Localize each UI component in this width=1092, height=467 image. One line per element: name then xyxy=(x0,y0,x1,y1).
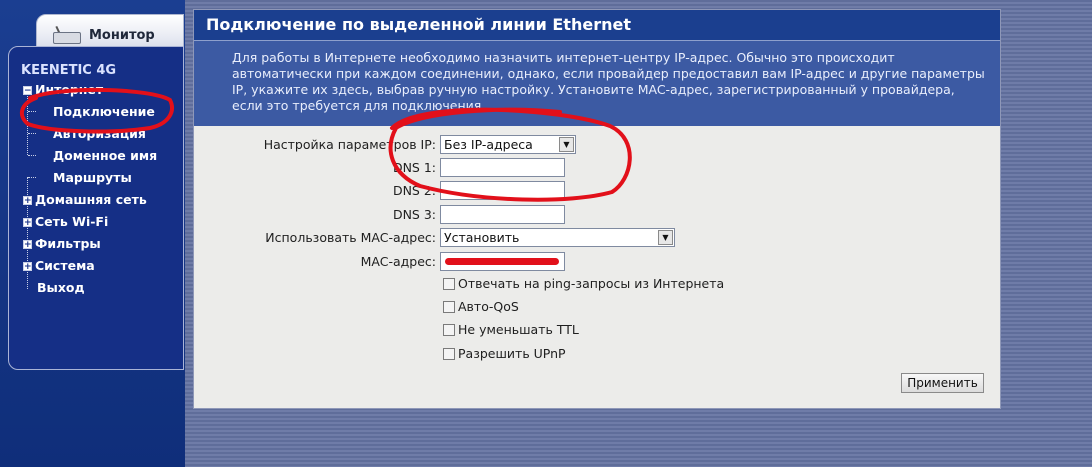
chevron-down-icon: ▼ xyxy=(658,230,673,245)
tree-branch xyxy=(28,177,36,178)
mac-label: MAC-адрес: xyxy=(360,254,436,269)
checkbox-upnp-label: Разрешить UPnP xyxy=(458,346,566,361)
checkbox-icon[interactable] xyxy=(443,324,455,336)
checkbox-icon[interactable] xyxy=(443,348,455,360)
checkbox-ping[interactable]: Отвечать на ping-запросы из Интернета xyxy=(443,276,724,291)
use-mac-select[interactable]: Установить ▼ xyxy=(440,228,675,247)
page-title: Подключение по выделенной линии Ethernet xyxy=(194,10,1000,41)
tree-branch xyxy=(28,133,36,134)
tab-monitor-label: Монитор xyxy=(89,27,155,43)
main-panel: Подключение по выделенной линии Ethernet… xyxy=(193,9,1001,409)
dns1-input[interactable] xyxy=(440,158,565,177)
minus-icon: − xyxy=(23,86,32,96)
dns2-row: DNS 2: xyxy=(194,180,436,202)
ip-settings-label: Настройка параметров IP: xyxy=(263,137,436,152)
dns3-input[interactable] xyxy=(440,205,565,224)
sidebar-item-filters[interactable]: + Фильтры xyxy=(23,236,101,251)
mac-row: MAC-адрес: xyxy=(194,251,436,273)
tree-branch xyxy=(28,155,36,156)
ip-settings-value: Без IP-адреса xyxy=(444,137,533,152)
sidebar-item-authorization[interactable]: Авторизация xyxy=(53,126,146,141)
sidebar-item-home-network[interactable]: + Домашняя сеть xyxy=(23,192,147,207)
dns3-row: DNS 3: xyxy=(194,204,436,226)
ip-settings-select[interactable]: Без IP-адреса ▼ xyxy=(440,135,576,154)
sidebar-item-internet[interactable]: − Интернет xyxy=(23,82,103,97)
sidebar-item-logout[interactable]: Выход xyxy=(37,280,85,295)
tree-branch xyxy=(28,111,36,112)
checkbox-ping-label: Отвечать на ping-запросы из Интернета xyxy=(458,276,725,291)
dns2-label: DNS 2: xyxy=(392,183,436,198)
dns2-input[interactable] xyxy=(440,181,565,200)
checkbox-icon[interactable] xyxy=(443,278,455,290)
checkbox-auto-qos-label: Авто-QoS xyxy=(458,299,519,314)
ip-settings-row: Настройка параметров IP: xyxy=(194,134,436,156)
use-mac-value: Установить xyxy=(444,230,520,245)
sidebar-item-routes[interactable]: Маршруты xyxy=(53,170,132,185)
chevron-down-icon: ▼ xyxy=(559,137,574,152)
sidebar-nav: KEENETIC 4G − Интернет Подключение Автори… xyxy=(8,46,184,370)
dns3-label: DNS 3: xyxy=(392,207,436,222)
plus-icon: + xyxy=(23,196,32,206)
mac-input[interactable] xyxy=(440,252,565,271)
checkbox-ttl-label: Не уменьшать TTL xyxy=(458,322,579,337)
checkbox-upnp[interactable]: Разрешить UPnP xyxy=(443,346,566,361)
checkbox-ttl[interactable]: Не уменьшать TTL xyxy=(443,322,579,337)
router-icon xyxy=(51,25,81,44)
plus-icon: + xyxy=(23,218,32,228)
plus-icon: + xyxy=(23,262,32,272)
dns1-label: DNS 1: xyxy=(392,160,436,175)
page-description: Для работы в Интернете необходимо назнач… xyxy=(194,41,1000,126)
sidebar-item-system[interactable]: + Система xyxy=(23,258,95,273)
sidebar-item-connection[interactable]: Подключение xyxy=(53,104,155,119)
dns1-row: DNS 1: xyxy=(194,157,436,179)
use-mac-row: Использовать MAC-адрес: xyxy=(194,227,436,249)
redaction-mark xyxy=(445,258,559,265)
apply-button[interactable]: Применить xyxy=(901,373,984,393)
sidebar-item-wifi[interactable]: + Сеть Wi-Fi xyxy=(23,214,108,229)
checkbox-icon[interactable] xyxy=(443,301,455,313)
plus-icon: + xyxy=(23,240,32,250)
tree-line xyxy=(27,93,28,155)
use-mac-label: Использовать MAC-адрес: xyxy=(265,230,436,245)
sidebar-item-domain-name[interactable]: Доменное имя xyxy=(53,148,157,163)
checkbox-auto-qos[interactable]: Авто-QoS xyxy=(443,299,519,314)
device-name: KEENETIC 4G xyxy=(21,63,117,78)
